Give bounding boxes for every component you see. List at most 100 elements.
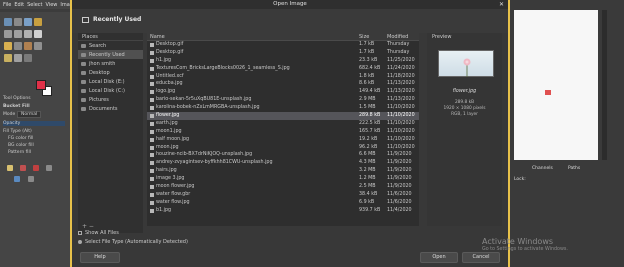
canvas-scrollbar[interactable] bbox=[602, 10, 607, 160]
folder-icon bbox=[81, 43, 86, 48]
place-item[interactable]: Documents bbox=[78, 104, 143, 113]
file-modified: 11/24/2020 bbox=[387, 65, 415, 71]
fill-option-bg[interactable]: BG color fill bbox=[8, 143, 34, 148]
device-status-icon[interactable] bbox=[14, 176, 20, 182]
transform-icon[interactable] bbox=[14, 30, 22, 38]
file-size: 2.9 MB bbox=[359, 97, 376, 103]
delete-options-icon[interactable] bbox=[33, 165, 39, 171]
file-row[interactable]: karolina-bobek-nZxLmMRGBA-unsplash.jpg 1.… bbox=[147, 104, 419, 112]
file-name-cell: Untitled.xcf bbox=[147, 73, 359, 81]
file-row[interactable]: houzine-ncib-BX7drNiKJOQ-unsplash.jpg 6.6… bbox=[147, 151, 419, 159]
eraser-icon[interactable] bbox=[34, 42, 42, 50]
dialog-title: Open Image bbox=[273, 1, 307, 7]
preview-mode: RGB, 1 layer bbox=[451, 112, 478, 117]
file-name-cell: karolina-bobek-nZxLmMRGBA-unsplash.jpg bbox=[147, 104, 359, 112]
rect-select-icon[interactable] bbox=[14, 18, 22, 26]
file-row[interactable]: image 3.jpg 1.2 MB 11/9/2020 bbox=[147, 175, 419, 183]
place-label: Pictures bbox=[89, 96, 109, 103]
tool-options-tab[interactable]: Tool Options bbox=[3, 96, 31, 101]
preview-thumbnail[interactable] bbox=[438, 50, 494, 77]
reset-options-icon[interactable] bbox=[46, 165, 52, 171]
warp-icon[interactable] bbox=[24, 30, 32, 38]
fg-color-swatch[interactable] bbox=[36, 80, 46, 90]
place-item[interactable]: Desktop bbox=[78, 68, 143, 77]
tab-channels[interactable]: Channels bbox=[532, 166, 553, 171]
dodge-icon[interactable] bbox=[24, 54, 32, 62]
place-item[interactable]: Local Disk (E:) bbox=[78, 77, 143, 86]
bucket-fill-label: Bucket Fill bbox=[3, 104, 30, 109]
restore-options-icon[interactable] bbox=[20, 165, 26, 171]
bucket-fill-icon[interactable] bbox=[4, 42, 12, 50]
file-row[interactable]: educba.jpg 8.6 kB 11/13/2020 bbox=[147, 80, 419, 88]
brush-icon[interactable] bbox=[24, 42, 32, 50]
file-name: Untitled.xcf bbox=[156, 73, 184, 79]
file-type-radio[interactable] bbox=[78, 240, 82, 244]
cancel-button[interactable]: Cancel bbox=[462, 252, 500, 263]
place-item[interactable]: Pictures bbox=[78, 95, 143, 104]
file-row[interactable]: water flow.jpg 6.9 kB 11/6/2020 bbox=[147, 199, 419, 207]
place-item[interactable]: jhon smith bbox=[78, 59, 143, 68]
file-name: educba.jpg bbox=[156, 81, 183, 87]
file-row[interactable]: logo.jpg 149.4 kB 11/13/2020 bbox=[147, 88, 419, 96]
column-size[interactable]: Size bbox=[359, 33, 387, 40]
image-file-icon bbox=[150, 50, 154, 55]
show-all-files-checkbox[interactable] bbox=[78, 231, 82, 235]
location-edit-icon[interactable] bbox=[82, 17, 89, 23]
open-button[interactable]: Open bbox=[420, 252, 458, 263]
file-row[interactable]: h1.jpg 23.3 kB 11/25/2020 bbox=[147, 57, 419, 65]
column-name[interactable]: Name bbox=[147, 33, 359, 40]
column-modified[interactable]: Modified bbox=[387, 33, 419, 40]
menu-file[interactable]: File bbox=[3, 2, 11, 8]
menu-view[interactable]: View bbox=[46, 2, 58, 8]
file-row[interactable]: Untitled.xcf 1.8 kB 11/18/2020 bbox=[147, 73, 419, 81]
location-bar: Recently Used bbox=[72, 9, 508, 33]
file-size: 1.7 kB bbox=[359, 42, 375, 47]
file-row[interactable]: Desktop.gif 1.7 kB Thursday bbox=[147, 49, 419, 57]
file-type-expander[interactable]: Select File Type (Automatically Detected… bbox=[78, 239, 188, 245]
file-row[interactable]: flower.jpg 289.8 kB 11/10/2020 bbox=[147, 112, 419, 120]
gradient-icon[interactable] bbox=[14, 42, 22, 50]
close-icon[interactable]: ✕ bbox=[499, 0, 504, 9]
menu-select[interactable]: Select bbox=[27, 2, 42, 8]
clone-icon[interactable] bbox=[4, 54, 12, 62]
file-row[interactable]: TexturesCom_BricksLargeBlocks0026_1_seam… bbox=[147, 65, 419, 73]
fill-option-pattern[interactable]: Pattern fill bbox=[8, 150, 31, 155]
smudge-icon[interactable] bbox=[14, 54, 22, 62]
image-canvas[interactable] bbox=[514, 10, 598, 160]
file-row[interactable]: water flow.gbr 38.4 kB 11/6/2020 bbox=[147, 191, 419, 199]
help-button[interactable]: Help bbox=[80, 252, 120, 263]
crop-icon[interactable] bbox=[4, 30, 12, 38]
file-row[interactable]: earth.jpg 222.5 kB 11/10/2020 bbox=[147, 120, 419, 128]
file-row[interactable]: moon flower.jpg 2.5 MB 11/9/2020 bbox=[147, 183, 419, 191]
file-row[interactable]: b1.jpg 939.7 kB 11/4/2020 bbox=[147, 207, 419, 215]
text-icon[interactable] bbox=[34, 30, 42, 38]
file-row[interactable]: moon.jpg 96.2 kB 11/10/2020 bbox=[147, 144, 419, 152]
lasso-icon[interactable] bbox=[24, 18, 32, 26]
menu-edit[interactable]: Edit bbox=[14, 2, 24, 8]
show-all-files-toggle[interactable]: Show All Files bbox=[78, 230, 119, 236]
move-tool-icon[interactable] bbox=[4, 18, 12, 26]
file-row[interactable]: moon1.jpg 165.7 kB 11/10/2020 bbox=[147, 128, 419, 136]
file-row[interactable]: hairs.jpg 3.2 MB 11/9/2020 bbox=[147, 167, 419, 175]
mode-label: Mode bbox=[3, 112, 16, 117]
opacity-slider[interactable]: Opacity bbox=[3, 121, 65, 126]
tab-paths[interactable]: Paths bbox=[568, 166, 580, 171]
file-row[interactable]: andrey-zvyagintsev-byffkhh81CWU-unsplash… bbox=[147, 159, 419, 167]
file-row[interactable]: Desktop.gif 1.7 kB Thursday bbox=[147, 41, 419, 49]
undo-history-icon[interactable] bbox=[28, 176, 34, 182]
place-item[interactable]: Local Disk (C:) bbox=[78, 86, 143, 95]
file-row[interactable]: half moon.jpg 19.2 kB 11/10/2020 bbox=[147, 136, 419, 144]
file-row[interactable]: bario-sekan-5r5uXqBU81E-unsplash.jpg 2.9 … bbox=[147, 96, 419, 104]
place-item[interactable]: Search bbox=[78, 41, 143, 50]
mode-select[interactable]: Normal bbox=[17, 111, 42, 118]
image-file-icon bbox=[150, 82, 154, 87]
file-name-cell: flower.jpg bbox=[147, 112, 359, 120]
file-modified: 11/13/2020 bbox=[387, 81, 415, 87]
save-options-icon[interactable] bbox=[7, 165, 13, 171]
place-item[interactable]: Recently Used bbox=[78, 50, 143, 59]
image-file-icon bbox=[150, 129, 154, 134]
fill-option-fg[interactable]: FG color fill bbox=[8, 136, 33, 141]
fuzzy-select-icon[interactable] bbox=[34, 18, 42, 26]
file-name-cell: hairs.jpg bbox=[147, 167, 359, 175]
image-file-icon bbox=[150, 58, 154, 63]
